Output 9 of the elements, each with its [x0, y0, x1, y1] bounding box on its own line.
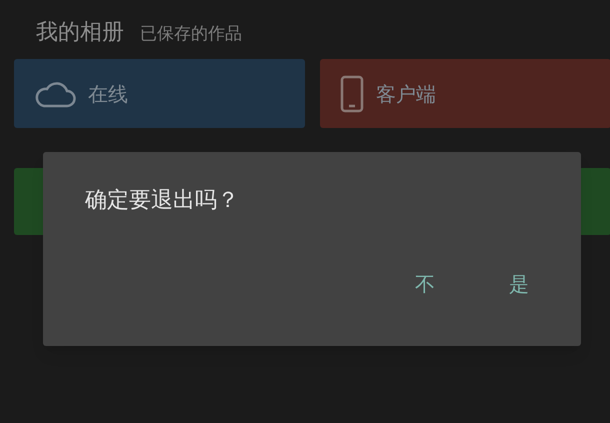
page-title: 我的相册	[36, 22, 124, 44]
tile-button[interactable]: 在线	[14, 59, 305, 128]
dialog-button[interactable]: 不	[403, 270, 447, 298]
cloud-icon	[34, 80, 76, 108]
dialog-message: 确定要退出吗？	[85, 190, 239, 212]
tile-button[interactable]: 客户端	[320, 59, 610, 128]
phone-icon	[340, 74, 364, 112]
dialog-button[interactable]: 是	[497, 270, 541, 298]
page-subtitle: 已保存的作品	[140, 26, 242, 44]
